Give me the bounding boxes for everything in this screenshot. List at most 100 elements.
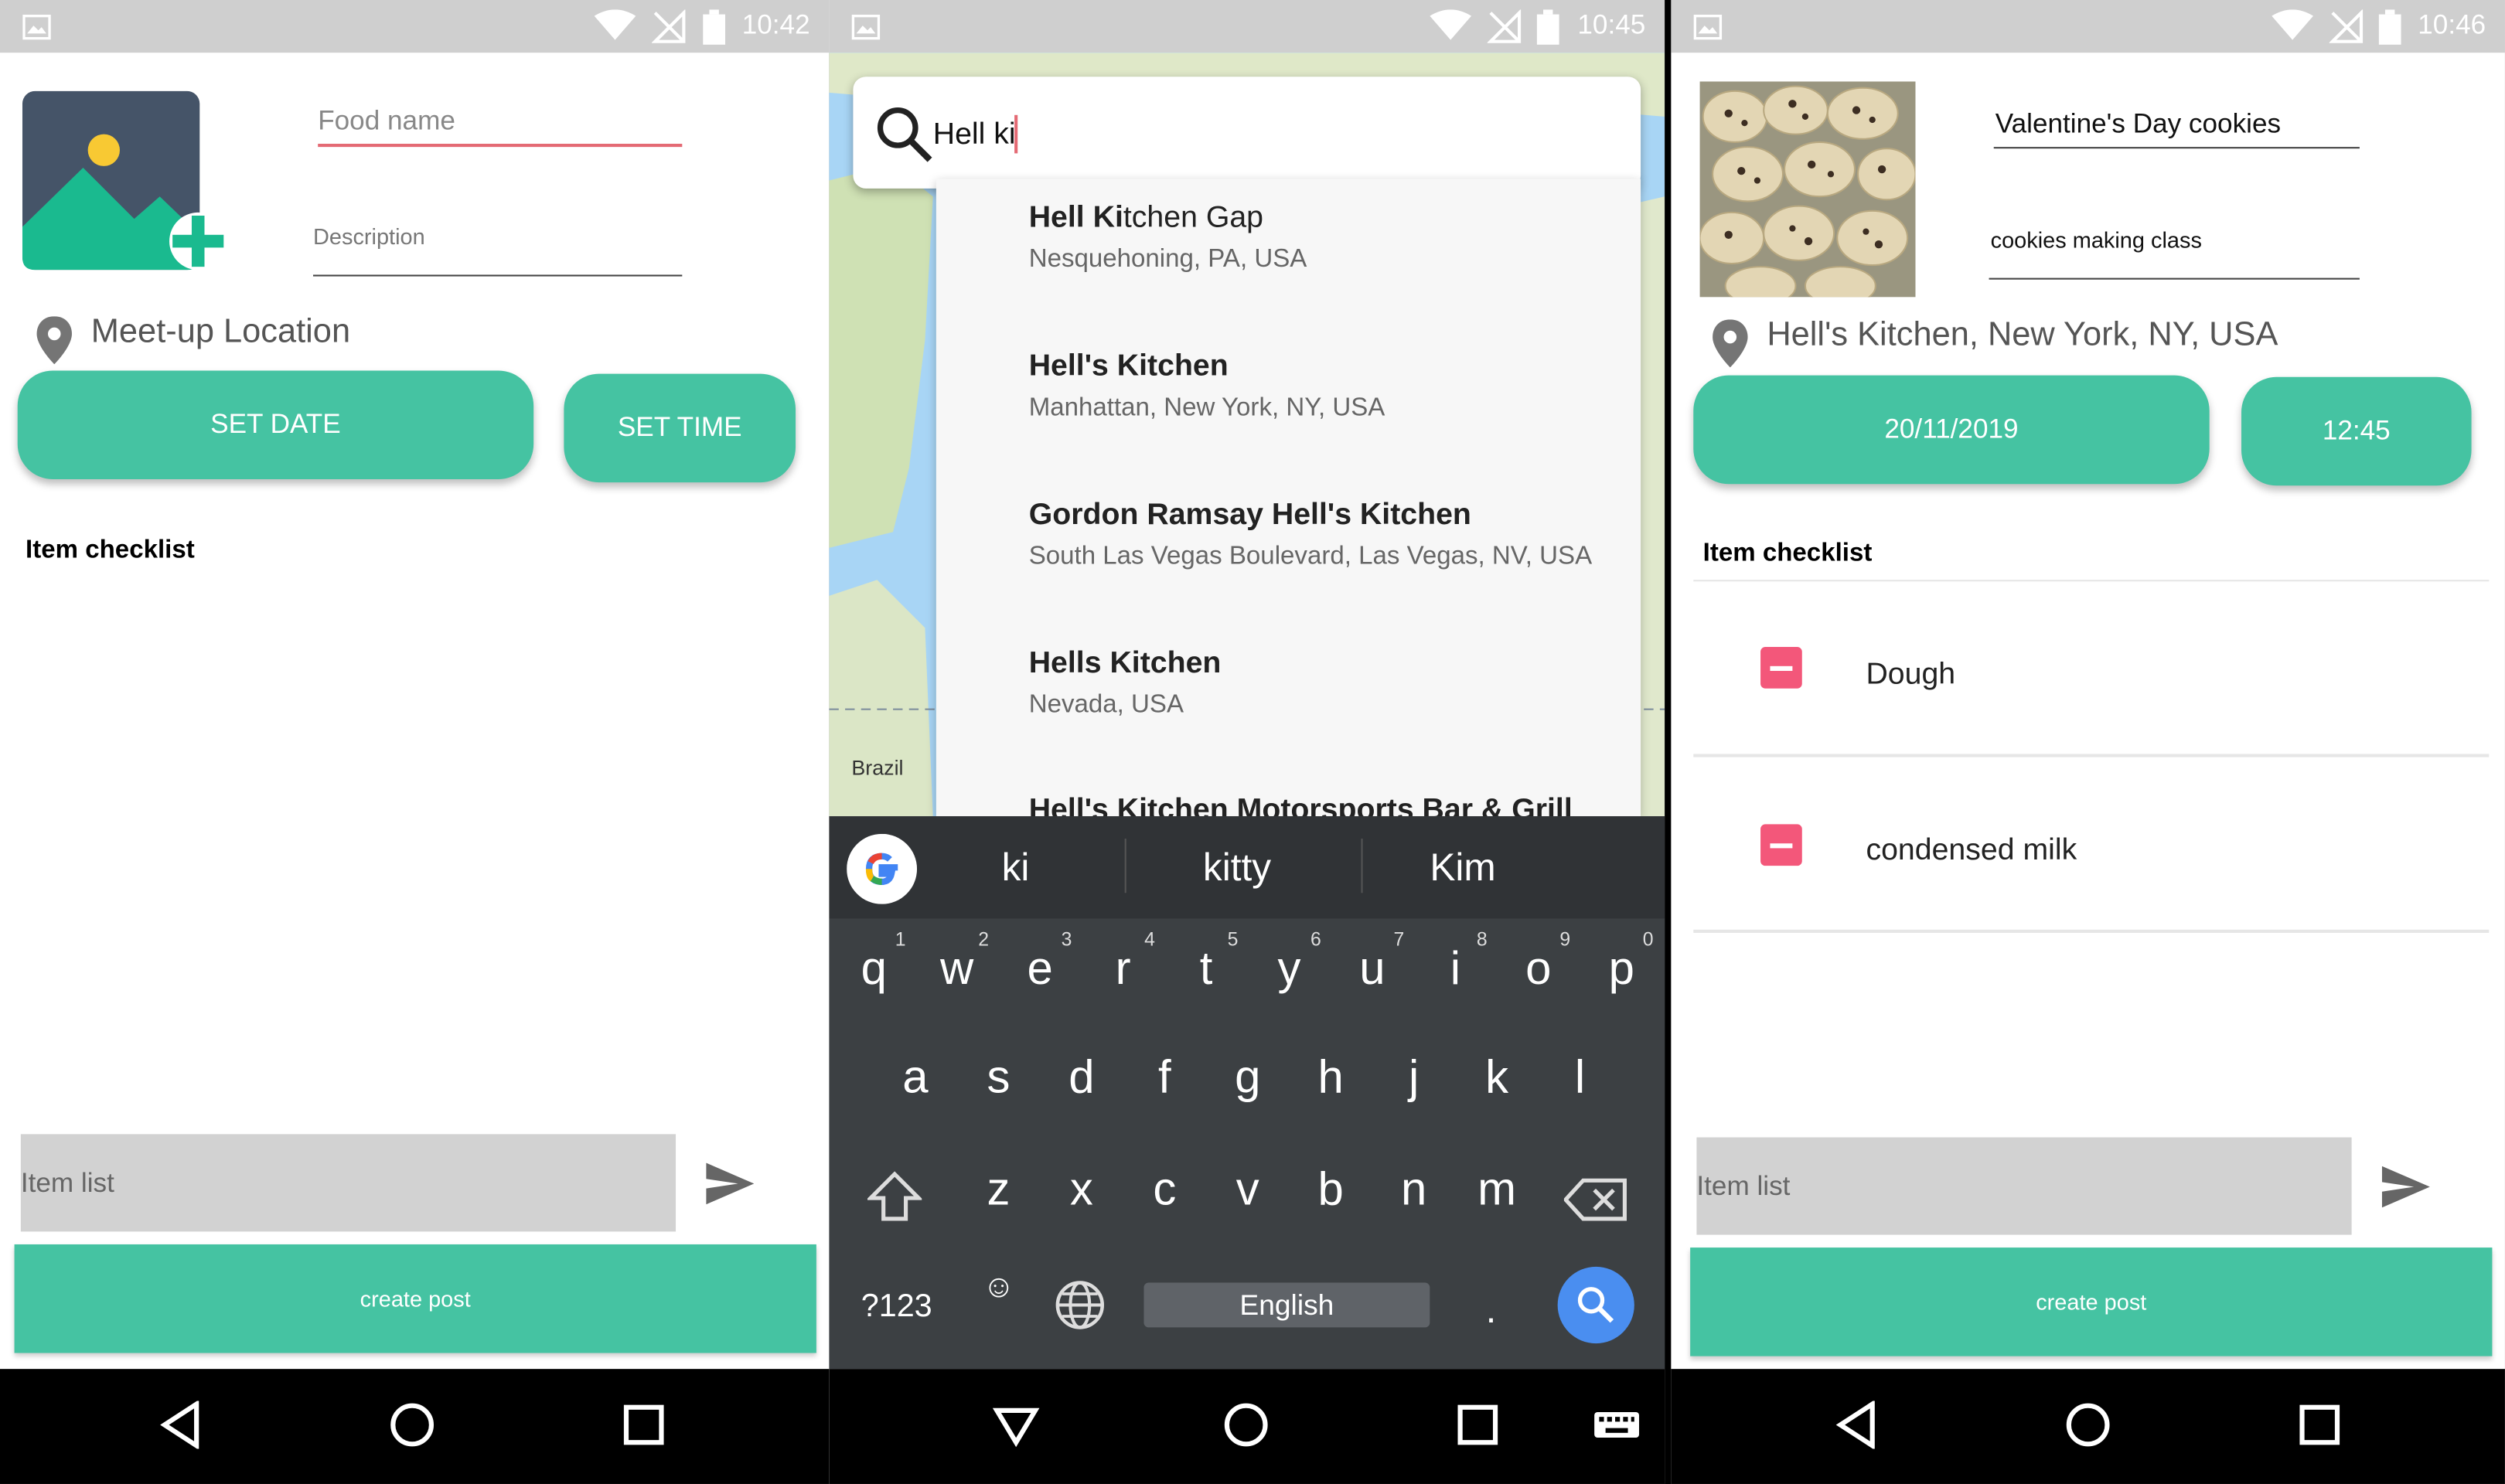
space-bar[interactable]: English <box>1143 1282 1430 1328</box>
set-date-button[interactable]: 20/11/2019 <box>1693 375 2210 485</box>
place-search-box[interactable]: Hell ki <box>853 77 1641 189</box>
key-a[interactable]: a <box>884 1053 948 1105</box>
add-image-icon[interactable] <box>22 90 227 271</box>
suggestion-item[interactable]: Hells Kitchen Nevada, USA <box>1029 647 1222 720</box>
key-label: v <box>1235 1164 1259 1216</box>
home-icon[interactable] <box>1222 1401 1270 1448</box>
key-t[interactable]: t5 <box>1174 928 1239 996</box>
soft-keyboard: ki kitty Kim q1 w2 e3 r4 t5 y6 u7 i8 o9 p0 asdfgh… <box>829 816 1665 1370</box>
keyboard-suggestion-3[interactable]: Kim <box>1430 846 1495 891</box>
hide-keyboard-icon[interactable] <box>992 1401 1040 1448</box>
back-icon[interactable] <box>160 1401 202 1449</box>
location-pin-icon <box>36 316 72 365</box>
key-r[interactable]: r4 <box>1091 928 1155 996</box>
google-g-icon[interactable] <box>847 833 918 904</box>
home-icon[interactable] <box>388 1401 436 1448</box>
meetup-location-field[interactable]: Meet-up Location <box>91 313 350 352</box>
suggestion-item[interactable]: Gordon Ramsay Hell's Kitchen South Las V… <box>1029 499 1592 572</box>
item-list-input[interactable]: Item list <box>20 1134 677 1232</box>
suggestion-match: Hell's Kitchen <box>1028 349 1229 384</box>
set-time-button[interactable]: SET TIME <box>564 373 796 483</box>
suggestion-item[interactable]: Hell's Kitchen Motorsports Bar & Grill <box>1029 794 1573 816</box>
key-k[interactable]: k <box>1465 1053 1529 1105</box>
gallery-notification-icon <box>851 15 881 40</box>
description-input[interactable]: Description <box>313 223 425 249</box>
keyboard-suggestion-2[interactable]: kitty <box>1203 846 1271 891</box>
keyboard-suggestion-1[interactable]: ki <box>1002 846 1030 891</box>
symbols-key[interactable]: ?123 <box>861 1289 932 1326</box>
checklist-item: condensed milk <box>1693 757 2489 930</box>
key-s[interactable]: s <box>966 1053 1031 1105</box>
key-e[interactable]: e3 <box>1008 928 1072 996</box>
description-underline <box>312 274 683 277</box>
backspace-icon[interactable] <box>1563 1177 1628 1222</box>
suggestion-item[interactable]: Hell Kitchen Gap Nesquehoning, PA, USA <box>1029 201 1307 274</box>
key-label: t <box>1199 944 1213 996</box>
key-j[interactable]: j <box>1382 1053 1446 1105</box>
home-icon[interactable] <box>2064 1401 2112 1448</box>
food-name-input[interactable]: Valentine's Day cookies <box>1995 109 2281 141</box>
key-y[interactable]: y6 <box>1257 928 1321 996</box>
key-x[interactable]: x <box>1050 1165 1114 1217</box>
send-icon[interactable] <box>2381 1166 2430 1208</box>
key-z[interactable]: z <box>966 1165 1031 1217</box>
search-query-input[interactable]: Hell ki <box>933 118 1016 153</box>
item-list-input[interactable]: Item list <box>1696 1137 2352 1235</box>
key-c[interactable]: c <box>1133 1165 1197 1217</box>
globe-icon[interactable] <box>1055 1279 1106 1330</box>
key-i[interactable]: i8 <box>1423 928 1488 996</box>
key-g[interactable]: g <box>1215 1053 1280 1105</box>
create-post-button[interactable]: create post <box>1690 1247 2493 1356</box>
set-time-button[interactable]: 12:45 <box>2241 376 2472 486</box>
key-label: e <box>1027 944 1053 996</box>
food-name-input[interactable]: Food name <box>318 105 455 137</box>
recents-icon[interactable] <box>1457 1401 1498 1448</box>
key-q[interactable]: q1 <box>842 928 906 996</box>
key-o[interactable]: o9 <box>1507 928 1570 996</box>
keyboard-switch-icon[interactable] <box>1593 1401 1641 1448</box>
item-checklist-title: Item checklist <box>26 536 195 564</box>
key-v[interactable]: v <box>1215 1165 1280 1217</box>
shift-icon[interactable] <box>867 1171 922 1222</box>
set-date-button[interactable]: SET DATE <box>17 370 534 480</box>
create-post-button[interactable]: create post <box>14 1244 816 1353</box>
search-action-key[interactable] <box>1557 1266 1634 1344</box>
remove-item-icon[interactable] <box>1760 824 1802 866</box>
key-label: x <box>1069 1164 1093 1216</box>
status-time: 10:45 <box>1577 9 1646 40</box>
key-number-hint: 3 <box>1061 928 1072 951</box>
key-p[interactable]: p0 <box>1590 928 1654 996</box>
food-photo-cookies[interactable] <box>1699 81 1916 298</box>
search-icon <box>877 107 932 162</box>
wifi-icon <box>1430 9 1472 40</box>
key-d[interactable]: d <box>1050 1053 1114 1105</box>
keyboard-suggestion-bar: ki kitty Kim <box>829 816 1665 919</box>
remove-item-icon[interactable] <box>1760 647 1802 689</box>
period-key[interactable]: . <box>1486 1289 1497 1334</box>
key-number-hint: 7 <box>1393 928 1405 951</box>
key-u[interactable]: u7 <box>1341 928 1404 996</box>
recents-icon[interactable] <box>2299 1401 2340 1448</box>
key-n[interactable]: n <box>1382 1165 1446 1217</box>
food-name-underline <box>318 144 683 148</box>
recents-icon[interactable] <box>623 1401 665 1448</box>
emoji-key[interactable]: ☺ <box>983 1270 1015 1307</box>
description-input[interactable]: cookies making class <box>1991 226 2202 252</box>
suggestion-item[interactable]: Hell's Kitchen Manhattan, New York, NY, … <box>1029 350 1385 424</box>
item-list-placeholder: Item list <box>20 1166 114 1197</box>
key-f[interactable]: f <box>1133 1053 1197 1105</box>
key-b[interactable]: b <box>1299 1165 1363 1217</box>
meetup-location-field[interactable]: Hell's Kitchen, New York, NY, USA <box>1767 316 2278 355</box>
food-name-underline <box>1993 147 2360 149</box>
key-label: u <box>1359 944 1385 996</box>
key-m[interactable]: m <box>1465 1165 1529 1217</box>
suggestion-address: South Las Vegas Boulevard, Las Vegas, NV… <box>1028 543 1593 570</box>
suggestion-match: Hells Kitchen <box>1028 647 1222 681</box>
key-h[interactable]: h <box>1299 1053 1363 1105</box>
key-label: c <box>1153 1164 1177 1216</box>
key-w[interactable]: w2 <box>925 928 989 996</box>
back-icon[interactable] <box>1835 1401 1877 1449</box>
send-icon[interactable] <box>706 1162 755 1205</box>
key-l[interactable]: l <box>1548 1053 1612 1105</box>
key-label: k <box>1485 1052 1509 1104</box>
